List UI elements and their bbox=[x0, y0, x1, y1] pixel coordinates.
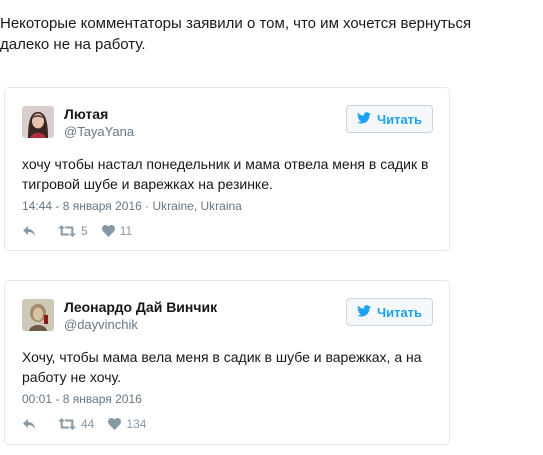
tweet-text: хочу чтобы настал понедельник и мама отв… bbox=[22, 156, 429, 192]
bird-icon bbox=[356, 111, 371, 127]
reply-icon bbox=[22, 225, 36, 237]
user-handle[interactable]: @dayvinchik bbox=[64, 317, 138, 332]
reply-icon bbox=[22, 418, 36, 430]
avatar[interactable] bbox=[22, 106, 54, 138]
follow-button[interactable]: Читать bbox=[346, 298, 433, 326]
follow-button[interactable]: Читать bbox=[346, 105, 433, 133]
tweet-meta[interactable]: 00:01 - 8 января 2016 bbox=[22, 392, 142, 406]
user-handle[interactable]: @TayaYana bbox=[64, 124, 134, 139]
reply-button[interactable] bbox=[22, 418, 36, 430]
tweet-actions: 5 11 bbox=[22, 224, 132, 238]
tweet-card: Лютая @TayaYana Читать хочу чтобы настал… bbox=[4, 87, 450, 251]
intro-text: Некоторые комментаторы заявили о том, чт… bbox=[0, 15, 472, 53]
display-name[interactable]: Леонардо Дай Винчик bbox=[64, 299, 217, 315]
like-button[interactable]: 11 bbox=[101, 224, 133, 238]
display-name[interactable]: Лютая bbox=[64, 106, 108, 122]
like-count: 11 bbox=[119, 224, 133, 238]
retweet-button[interactable]: 44 bbox=[58, 417, 94, 431]
tweet-actions: 44 134 bbox=[22, 417, 146, 431]
follow-label: Читать bbox=[376, 304, 423, 320]
tweet-text: Хочу, чтобы мама вела меня в садик в шуб… bbox=[22, 349, 422, 385]
reply-button[interactable] bbox=[22, 225, 36, 237]
bird-icon bbox=[356, 304, 371, 320]
retweet-icon bbox=[58, 225, 76, 237]
retweet-icon bbox=[58, 418, 76, 430]
like-button[interactable]: 134 bbox=[108, 417, 146, 431]
retweet-count: 5 bbox=[81, 224, 88, 238]
retweet-count: 44 bbox=[81, 417, 95, 431]
tweet-card: Леонардо Дай Винчик @dayvinchik Читать Х… bbox=[4, 280, 450, 445]
avatar[interactable] bbox=[22, 299, 54, 331]
heart-icon bbox=[108, 418, 122, 430]
follow-label: Читать bbox=[376, 111, 423, 127]
like-count: 134 bbox=[126, 417, 147, 431]
heart-icon bbox=[101, 225, 115, 237]
tweet-meta[interactable]: 14:44 - 8 января 2016 · Ukraine, Ukraina bbox=[22, 199, 242, 213]
retweet-button[interactable]: 5 bbox=[58, 224, 88, 238]
